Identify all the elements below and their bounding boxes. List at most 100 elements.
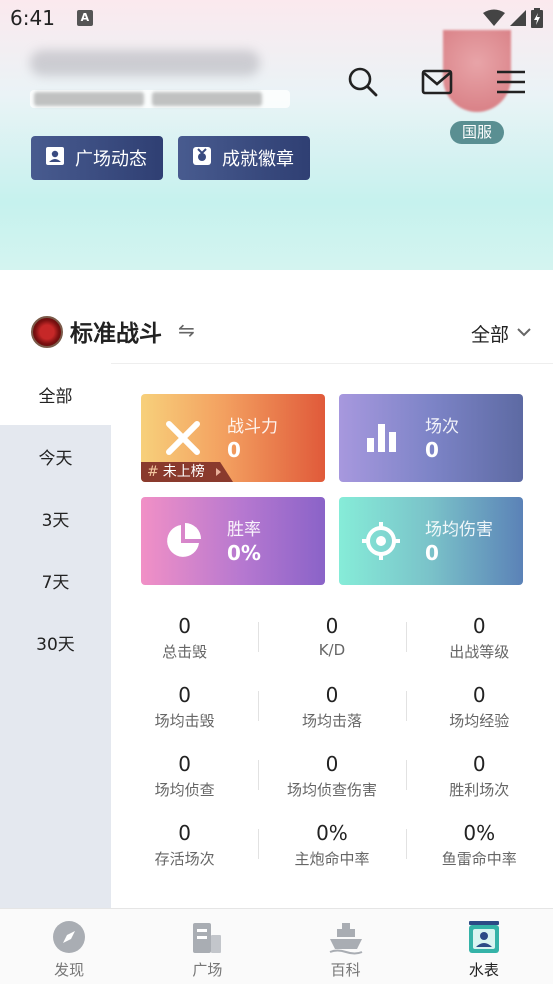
stat-wins: 0 胜利场次 [405, 750, 553, 819]
blurred-player-tags [30, 90, 290, 108]
tab-water-meter[interactable]: 水表 [415, 909, 553, 984]
swap-mode-icon[interactable]: ⇋ [178, 318, 195, 342]
stat-survived: 0 存活场次 [111, 819, 258, 888]
ship-icon [328, 919, 364, 955]
stats-row: 0 场均侦查 0 场均侦查伤害 0 胜利场次 [111, 750, 553, 819]
stat-label: K/D [318, 641, 346, 659]
rank-text: 未上榜 [162, 464, 205, 480]
bottom-navigation: 发现 广场 百科 水表 [0, 908, 553, 984]
stat-label: 主炮命中率 [294, 850, 370, 868]
battery-icon [531, 8, 543, 28]
battles-card[interactable]: 场次 0 [339, 394, 523, 482]
stats-row: 0 场均击毁 0 场均击落 0 场均经验 [111, 681, 553, 750]
stat-value: 0 [325, 614, 339, 638]
tab-label: 水表 [468, 961, 499, 979]
combat-power-label: 战斗力 [227, 417, 278, 437]
winrate-label: 胜率 [227, 520, 261, 540]
avg-damage-label: 场均伤害 [425, 520, 493, 540]
search-icon[interactable] [343, 62, 383, 102]
stat-value: 0 [178, 821, 192, 845]
profile-card-icon [45, 146, 65, 171]
top-toolbar [343, 62, 531, 102]
status-time: 6:41 [10, 6, 55, 30]
winrate-value: 0% [227, 541, 261, 565]
tab-label: 发现 [54, 961, 85, 979]
stat-label: 出战等级 [449, 643, 510, 661]
stat-label: 场均侦查伤害 [286, 781, 377, 799]
stats-row: 0 总击毁 0 K/D 0 出战等级 [111, 612, 553, 681]
time-filter-7days[interactable]: 7天 [0, 549, 111, 611]
region-badge: 国服 [450, 121, 504, 144]
notification-a-icon: A [76, 10, 93, 26]
tab-label: 百科 [330, 961, 361, 979]
stats-grid: 0 总击毁 0 K/D 0 出战等级 0 场均击毁 0 场均击落 0 场均经验 0 场均侦查 … [111, 612, 553, 888]
stat-avg-exp: 0 场均经验 [405, 681, 553, 750]
tab-plaza[interactable]: 广场 [138, 909, 276, 984]
time-filter-today[interactable]: 今天 [0, 425, 111, 487]
stat-label: 鱼雷命中率 [441, 850, 517, 868]
stat-value: 0 [178, 752, 192, 776]
tab-wiki[interactable]: 百科 [277, 909, 415, 984]
avg-damage-value: 0 [425, 541, 439, 565]
menu-icon[interactable] [491, 62, 531, 102]
mail-icon[interactable] [417, 62, 457, 102]
battles-value: 0 [425, 438, 439, 462]
combat-power-value: 0 [227, 438, 241, 462]
building-icon [189, 919, 225, 955]
chevron-down-icon[interactable] [517, 322, 531, 341]
medal-icon [192, 146, 212, 171]
stat-value: 0 [472, 752, 486, 776]
combat-power-card[interactable]: 战斗力 0 # 未上榜 [141, 394, 325, 482]
profile-card-icon [466, 919, 502, 955]
time-filter-30days[interactable]: 30天 [0, 611, 111, 673]
stat-label: 场均经验 [449, 712, 510, 730]
ship-filter-dropdown[interactable]: 全部 [471, 320, 509, 347]
tab-discover[interactable]: 发现 [0, 909, 138, 984]
status-bar: 6:41 A [0, 0, 553, 36]
battles-label: 场次 [425, 417, 459, 437]
profile-header: 国服 广场动态 成就徽章 [0, 0, 553, 270]
stat-avg-planes: 0 场均击落 [258, 681, 405, 750]
crossed-swords-icon [163, 418, 203, 458]
stat-value: 0 [472, 614, 486, 638]
stat-label: 存活场次 [154, 850, 215, 868]
blurred-player-name [30, 50, 260, 76]
battle-emblem-icon [31, 316, 63, 348]
stat-value: 0 [325, 683, 339, 707]
winrate-card[interactable]: 胜率 0% [141, 497, 325, 585]
stat-avg-spotting: 0 场均侦查 [111, 750, 258, 819]
achievement-badges-label: 成就徽章 [222, 149, 294, 170]
crosshair-icon [361, 521, 401, 561]
stat-value: 0% [316, 821, 348, 845]
time-filter-all[interactable]: 全部 [0, 363, 111, 425]
battle-mode-title[interactable]: 标准战斗 [70, 314, 162, 348]
stats-row: 0 存活场次 0% 主炮命中率 0% 鱼雷命中率 [111, 819, 553, 888]
stat-avg-kills: 0 场均击毁 [111, 681, 258, 750]
stat-value: 0 [325, 752, 339, 776]
stat-total-kills: 0 总击毁 [111, 612, 258, 681]
compass-icon [51, 919, 87, 955]
stat-torpedo-hit: 0% 鱼雷命中率 [405, 819, 553, 888]
signal-icon [509, 9, 527, 27]
wifi-icon [483, 9, 505, 27]
rank-tag: # 未上榜 [141, 462, 233, 482]
stat-avg-spot-damage: 0 场均侦查伤害 [258, 750, 405, 819]
plaza-updates-button[interactable]: 广场动态 [31, 136, 163, 180]
rank-hash: # [147, 464, 159, 480]
battle-mode-header: 标准战斗 ⇋ 全部 [0, 300, 553, 362]
stat-label: 胜利场次 [449, 781, 510, 799]
stat-label: 场均侦查 [154, 781, 215, 799]
avg-damage-card[interactable]: 场均伤害 0 [339, 497, 523, 585]
bar-chart-icon [361, 418, 401, 458]
stats-content: 战斗力 0 # 未上榜 场次 0 胜率 0% 场均伤害 0 0 总击毁 0 K/D 0… [111, 363, 553, 908]
stat-value: 0 [178, 683, 192, 707]
time-filter-3days[interactable]: 3天 [0, 487, 111, 549]
plaza-updates-label: 广场动态 [75, 149, 147, 170]
achievement-badges-button[interactable]: 成就徽章 [178, 136, 310, 180]
stat-label: 场均击毁 [154, 712, 215, 730]
stat-kd: 0 K/D [258, 612, 405, 681]
time-filter-menu: 全部 今天 3天 7天 30天 [0, 363, 111, 908]
stat-avg-tier: 0 出战等级 [405, 612, 553, 681]
stat-label: 总击毁 [162, 643, 208, 661]
stat-value: 0% [463, 821, 496, 845]
